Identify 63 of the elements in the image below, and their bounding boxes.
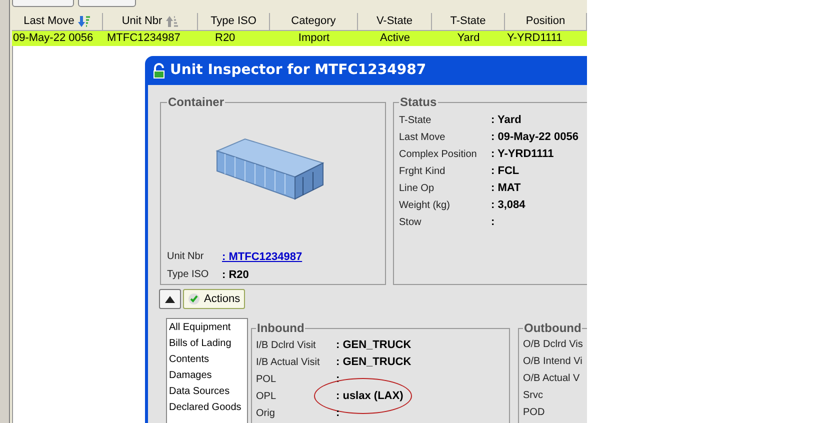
field-label: Stow xyxy=(399,216,422,230)
table-cell-text: MTFC1234987 xyxy=(107,31,180,46)
field-label: Unit Nbr xyxy=(167,250,205,264)
table-cell-text: Active xyxy=(380,31,410,46)
field-value: : 3,084 xyxy=(491,198,526,213)
column-header[interactable]: Unit Nbr xyxy=(103,13,198,31)
field-label: OPL xyxy=(256,390,278,404)
field-label: I/B Dclrd Visit xyxy=(256,339,317,353)
section-item[interactable]: Damages xyxy=(169,368,245,384)
section-item[interactable]: Contents xyxy=(169,352,245,368)
field-label: Complex Position xyxy=(399,148,478,162)
collapse-button[interactable] xyxy=(159,289,181,309)
field-label: O/B Intend Vi xyxy=(523,355,584,369)
section-item[interactable]: Data Sources xyxy=(169,384,245,400)
panel-heading: Outbound xyxy=(523,320,582,337)
field-value: : xyxy=(336,406,340,422)
panel-heading: Inbound xyxy=(256,320,306,337)
table-row[interactable]: 09-May-22 0056 MTFC1234987 R20 Import Active Yard Y-YRD1111 xyxy=(12,31,587,46)
column-header[interactable]: T-State xyxy=(432,13,505,31)
column-header[interactable]: Type ISO xyxy=(198,13,270,31)
field-label: Frght Kind xyxy=(399,164,446,178)
field-label: POL xyxy=(256,373,278,387)
panel-heading: Status xyxy=(399,94,438,111)
field-value: : GEN_TRUCK xyxy=(336,355,412,370)
section-item[interactable]: Declared Goods xyxy=(169,400,245,416)
field-label: Last Move xyxy=(399,130,446,144)
field-label: Weight (kg) xyxy=(399,198,451,212)
field-value: : Yard xyxy=(491,112,522,128)
field-value: : FCL xyxy=(491,164,520,179)
field-label: O/B Actual V xyxy=(523,372,581,386)
unit-link[interactable]: : MTFC1234987 xyxy=(222,249,302,266)
triangle-up-icon xyxy=(165,296,175,302)
table-cell-text: Import xyxy=(298,31,330,46)
table-cell-text: Y-YRD1111 xyxy=(507,31,562,46)
table-cell-text: R20 xyxy=(215,31,236,46)
lock-icon xyxy=(152,62,166,78)
field-value: : GEN_TRUCK xyxy=(336,338,412,354)
field-label: I/B Actual Visit xyxy=(256,356,321,370)
column-header[interactable]: Category xyxy=(270,13,358,31)
section-item[interactable]: All Equipment xyxy=(169,320,245,336)
table-cell-text: 09-May-22 0056 xyxy=(13,31,94,46)
field-value: : xyxy=(491,214,495,230)
field-value: : MAT xyxy=(491,180,521,196)
field-value: : Y-YRD1111 xyxy=(491,146,554,162)
checkmark-icon xyxy=(188,293,200,305)
actions-button[interactable]: Actions xyxy=(183,289,246,309)
field-label: Line Op xyxy=(399,182,436,196)
column-header[interactable]: Position xyxy=(505,13,587,31)
column-header[interactable]: Last Move xyxy=(12,13,103,31)
field-label: Orig xyxy=(256,407,276,421)
window-title: Unit Inspector for MTFC1234987 xyxy=(170,61,426,80)
field-value: : uslax (LAX) xyxy=(336,389,404,404)
field-label: POD xyxy=(523,406,546,420)
table-cell-text: Yard xyxy=(457,31,480,46)
field-value: : R20 xyxy=(222,268,249,282)
field-value: : 09-May-22 0056 xyxy=(491,130,578,145)
field-label: O/B Dclrd Vis xyxy=(523,338,584,352)
field-label: T-State xyxy=(399,114,432,128)
field-label: Type ISO xyxy=(167,268,210,282)
field-label: Srvc xyxy=(523,389,544,403)
column-header[interactable]: V-State xyxy=(358,13,432,31)
section-item[interactable]: Bills of Lading xyxy=(169,336,245,352)
panel-heading: Container xyxy=(167,94,226,111)
